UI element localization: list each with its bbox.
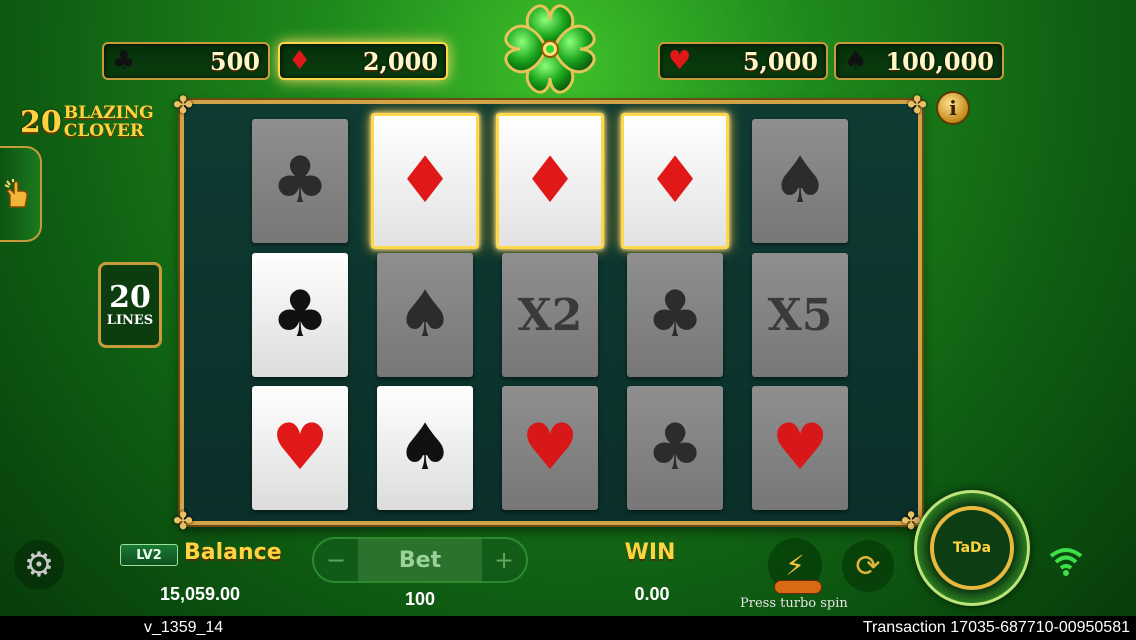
reel-symbol-diamond: ♦ [496, 113, 604, 249]
logo-word-2: CLOVER [63, 121, 145, 141]
jackpot-club-value: 500 [209, 46, 260, 76]
transaction-id: Transaction 17035-687710-00950581 [862, 619, 1130, 636]
spade-icon: ♠ [396, 411, 454, 485]
jackpot-spade-value: 100,000 [885, 46, 994, 76]
heart-icon: ♥ [521, 411, 579, 485]
club-icon: ♣ [271, 278, 329, 352]
frame-corner-clover-icon: ✤ [906, 91, 928, 119]
frame-corner-clover-icon: ✤ [172, 91, 194, 119]
settings-button[interactable]: ⚙ [14, 540, 64, 590]
logo-number: 20 [20, 104, 62, 140]
reel-symbol-spade: ♠ [377, 386, 473, 510]
reel-symbol-diamond: ♦ [371, 113, 479, 249]
heart-icon: ♥ [271, 411, 329, 485]
spin-button[interactable]: TaDa [914, 490, 1030, 606]
win-value: 0.00 [634, 584, 670, 604]
game-logo: 20 BLAZING CLOVER [20, 100, 165, 144]
turbo-indicator [774, 580, 822, 594]
jackpot-diamond: ♦ 2,000 [278, 42, 448, 80]
reel-symbol-club: ♣ [252, 119, 348, 243]
jackpot-spade: ♠ 100,000 [834, 42, 1004, 80]
multiplier-label: X5 [767, 289, 833, 341]
club-icon: ♣ [646, 411, 704, 485]
frame-corner-clover-icon: ✤ [172, 507, 194, 535]
lightning-icon: ⚡ [785, 548, 805, 582]
reel-symbol-x5: X5 [752, 253, 848, 377]
diamond-icon: ♦ [288, 46, 312, 76]
multiplier-label: X2 [517, 289, 583, 341]
reel-symbol-heart: ♥ [752, 386, 848, 510]
bet-label: Bet [358, 539, 482, 581]
jackpot-diamond-value: 2,000 [362, 46, 438, 76]
bet-increase-button[interactable]: + [482, 539, 526, 581]
wifi-icon [1046, 546, 1086, 586]
heart-icon: ♥ [771, 411, 829, 485]
lines-count: 20 [109, 279, 151, 315]
info-button[interactable]: i [936, 91, 970, 125]
hand-pointer-icon [4, 179, 28, 208]
win-label: WIN [624, 540, 676, 565]
autoplay-button[interactable]: ⟳ [842, 540, 894, 592]
spin-arrow-icon: TaDa [930, 506, 1014, 590]
lines-label: LINES [106, 312, 154, 328]
heart-icon: ♥ [668, 46, 692, 76]
info-icon: i [949, 96, 957, 120]
clover-icon [504, 4, 596, 94]
jackpot-club: ♣ 500 [102, 42, 270, 80]
reel-frame: ♣ ♣ ♥ ♦ ♠ ♠ ♦ X2 ♥ ♦ ♣ ♣ ♠ X5 ♥ [180, 100, 922, 525]
reel-symbol-club: ♣ [627, 253, 723, 377]
bet-control: − Bet + [312, 537, 528, 583]
level-badge: LV2 [120, 544, 178, 566]
reel-symbol-club: ♣ [252, 253, 348, 377]
reel-symbol-x2: X2 [502, 253, 598, 377]
jackpot-heart-value: 5,000 [742, 46, 818, 76]
lines-badge: 20 LINES [98, 262, 162, 348]
reel-symbol-spade: ♠ [752, 119, 848, 243]
reel-symbol-heart: ♥ [502, 386, 598, 510]
spin-label: TaDa [952, 540, 992, 556]
reel-symbol-club: ♣ [627, 386, 723, 510]
spade-icon: ♠ [396, 278, 454, 352]
reel-symbol-diamond: ♦ [621, 113, 729, 249]
reel-symbol-heart: ♥ [252, 386, 348, 510]
bet-decrease-button[interactable]: − [314, 539, 358, 581]
diamond-icon: ♦ [521, 144, 579, 218]
diamond-icon: ♦ [646, 144, 704, 218]
club-icon: ♣ [271, 144, 329, 218]
spade-icon: ♠ [844, 46, 868, 76]
diamond-icon: ♦ [396, 144, 454, 218]
turbo-spin-hint: Press turbo spin [740, 596, 848, 611]
logo-word-1: BLAZING [63, 103, 154, 123]
autoplay-icon: ⟳ [855, 548, 881, 584]
bet-value: 100 [404, 589, 436, 609]
balance-value: 15,059.00 [159, 584, 241, 604]
version-label: v_1359_14 [144, 619, 224, 636]
jackpot-heart: ♥ 5,000 [658, 42, 828, 80]
balance-label: Balance [184, 540, 282, 565]
side-menu-tab[interactable] [0, 146, 42, 242]
club-icon: ♣ [112, 46, 136, 76]
gear-icon: ⚙ [23, 545, 55, 585]
club-icon: ♣ [646, 278, 704, 352]
spade-icon: ♠ [771, 144, 829, 218]
reel-symbol-spade: ♠ [377, 253, 473, 377]
